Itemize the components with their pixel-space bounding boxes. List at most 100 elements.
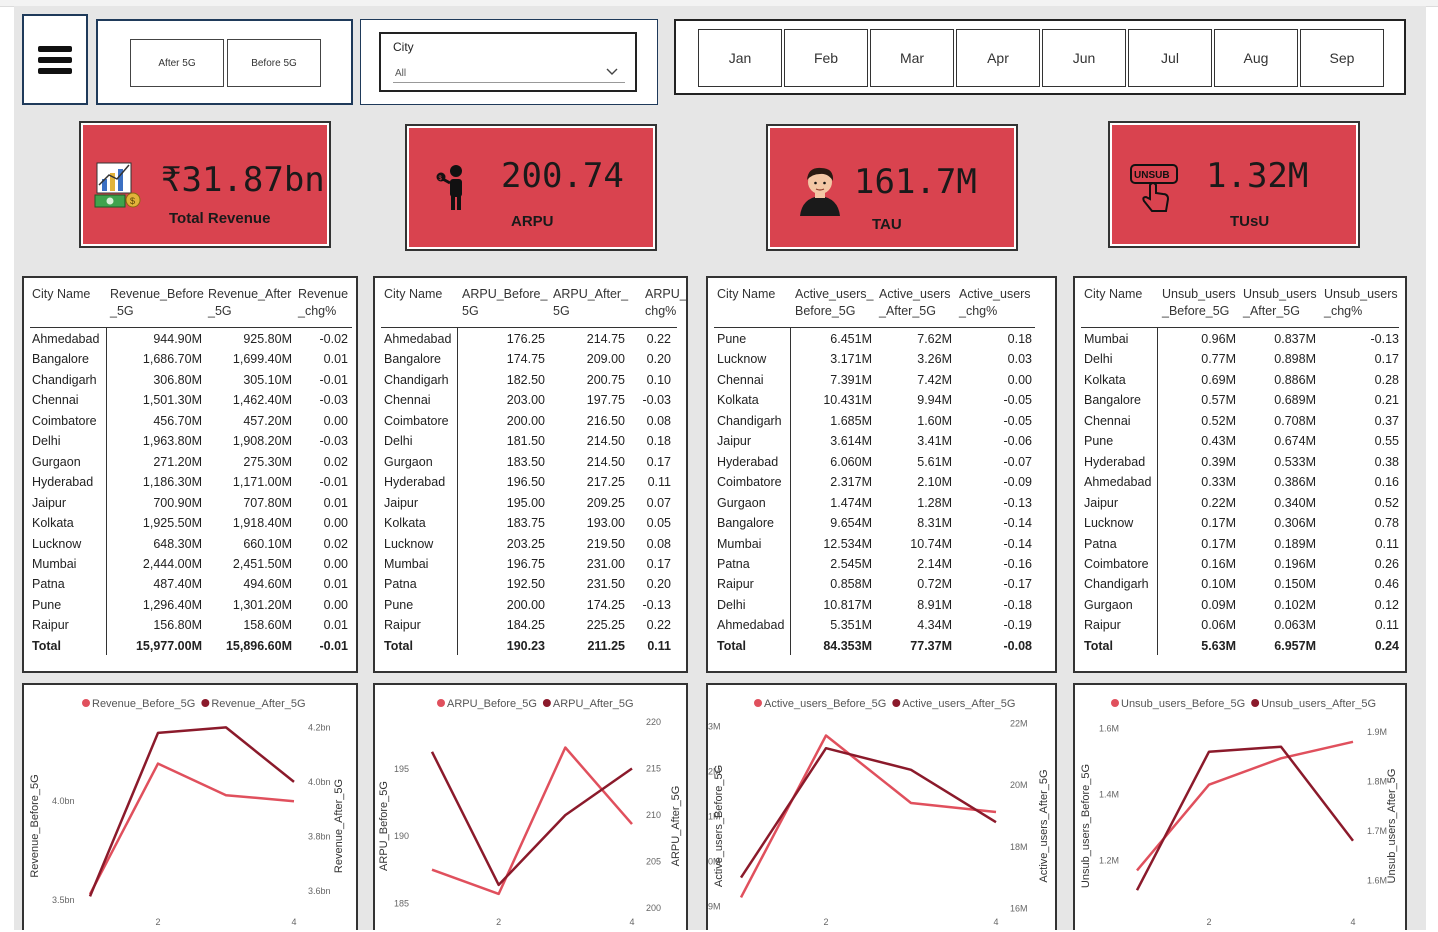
- city-name-cell: Chennai: [1084, 413, 1131, 428]
- column-header[interactable]: City Name: [1084, 286, 1142, 303]
- before-5g-button[interactable]: Before 5G: [227, 39, 321, 87]
- column-header-line: _5G: [110, 304, 134, 318]
- value-cell: 10.431M: [823, 393, 872, 408]
- value-cell: 1,925.50M: [142, 516, 202, 531]
- y-right-tick-label: 4.0bn: [308, 777, 331, 787]
- value-cell: -0.13: [1370, 332, 1400, 346]
- column-header[interactable]: ARPU_ chg%: [645, 286, 687, 320]
- value-cell: 5.61M: [917, 454, 952, 469]
- legend-label: Unsub_users_After_5G: [1261, 698, 1376, 710]
- month-button-aug[interactable]: Aug: [1214, 29, 1298, 87]
- city-name-cell: Bangalore: [717, 516, 774, 531]
- kpi-tusu-label: TUsU: [1230, 213, 1270, 230]
- column-header[interactable]: Revenue_Before _5G: [110, 286, 204, 320]
- column-header-line: Unsub_users: [1243, 287, 1317, 301]
- value-cell: 0.689M: [1274, 393, 1316, 408]
- value-cell: 648.30M: [153, 536, 202, 551]
- series-line-after-5g: [88, 726, 295, 897]
- month-button-apr[interactable]: Apr: [956, 29, 1040, 87]
- month-button-jan[interactable]: Jan: [698, 29, 782, 87]
- city-name-cell: Total: [717, 638, 746, 653]
- value-cell: -0.01: [319, 372, 349, 387]
- value-cell: 0.39M: [1201, 454, 1236, 469]
- active-users-chart-svg: Active_users_Before_5G Active_users_After…: [708, 698, 1050, 927]
- column-header-line: Revenue_After: [208, 287, 292, 301]
- value-cell: 214.50: [586, 454, 625, 469]
- month-button-mar[interactable]: Mar: [870, 29, 954, 87]
- value-cell: 0.102M: [1274, 597, 1316, 612]
- value-cell: 0.55: [1374, 434, 1399, 449]
- column-header[interactable]: City Name: [717, 286, 775, 303]
- column-header[interactable]: Active_users _After_5G: [879, 286, 951, 320]
- column-header-line: Active_users: [959, 287, 1031, 301]
- city-name-cell: Patna: [32, 577, 65, 592]
- value-cell: 0.674M: [1274, 434, 1316, 449]
- value-cell: 15,896.60M: [225, 638, 292, 653]
- x-tick-label: 4: [291, 917, 296, 927]
- value-cell: 2.545M: [830, 556, 872, 571]
- unsub-users-table: City Name Unsub_users _Before_5G Unsub_user…: [1073, 276, 1407, 673]
- column-header[interactable]: Revenue_After _5G: [208, 286, 291, 320]
- x-tick-label: 4: [1350, 917, 1355, 927]
- value-cell: 0.28: [1374, 372, 1399, 387]
- column-header[interactable]: City Name: [32, 286, 90, 303]
- value-cell: 190.23: [506, 638, 545, 653]
- value-cell: 0.20: [646, 577, 671, 592]
- y-right-tick-label: 210: [646, 810, 661, 820]
- city-filter-label: City: [393, 40, 414, 54]
- column-header[interactable]: Active_users_ Before_5G: [795, 286, 874, 320]
- kpi-tau-label: TAU: [872, 216, 902, 233]
- column-header-line: Active_users_: [795, 287, 874, 301]
- value-cell: 1,908.20M: [232, 434, 292, 449]
- column-header[interactable]: ARPU_After_ 5G: [553, 286, 628, 320]
- value-cell: 10.817M: [823, 597, 872, 612]
- y-left-axis-title: Unsub_users_Before_5G: [1080, 764, 1092, 888]
- column-header[interactable]: Revenue _chg%: [298, 286, 348, 320]
- column-header-line: _5G: [208, 304, 232, 318]
- menu-button[interactable]: [22, 14, 88, 105]
- city-name-cell: Total: [384, 638, 413, 653]
- column-divider: [1157, 327, 1158, 655]
- city-name-cell: Chennai: [384, 393, 431, 408]
- month-button-jun[interactable]: Jun: [1042, 29, 1126, 87]
- month-button-sep[interactable]: Sep: [1300, 29, 1384, 87]
- value-cell: 487.40M: [153, 577, 202, 592]
- after-5g-button[interactable]: After 5G: [130, 39, 224, 87]
- city-name-cell: Mumbai: [384, 556, 429, 571]
- value-cell: 0.02: [323, 536, 348, 551]
- city-name-cell: Gurgaon: [717, 495, 766, 510]
- column-header-line: City Name: [717, 287, 776, 301]
- column-header[interactable]: Unsub_users _chg%: [1324, 286, 1398, 320]
- column-header-line: _Before_5G: [1162, 304, 1230, 318]
- y-right-tick-label: 1.6M: [1367, 875, 1387, 885]
- series-line-after-5g: [1135, 745, 1354, 891]
- value-cell: 456.70M: [153, 413, 202, 428]
- value-cell: -0.02: [319, 332, 349, 346]
- y-left-tick-label: 19M: [708, 901, 721, 911]
- value-cell: 209.00: [586, 352, 625, 367]
- value-cell: 0.11: [1375, 536, 1399, 551]
- city-name-cell: Ahmedabad: [32, 332, 100, 346]
- value-cell: -0.03: [319, 393, 349, 408]
- column-header[interactable]: Unsub_users _Before_5G: [1162, 286, 1236, 320]
- value-cell: 0.77M: [1201, 352, 1236, 367]
- value-cell: -0.07: [1003, 454, 1033, 469]
- legend-label: ARPU_After_5G: [553, 698, 634, 710]
- value-cell: -0.14: [1003, 516, 1033, 531]
- y-right-tick-label: 4.2bn: [308, 722, 331, 732]
- month-button-jul[interactable]: Jul: [1128, 29, 1212, 87]
- city-dropdown[interactable]: All: [393, 62, 625, 83]
- column-header[interactable]: ARPU_Before_ 5G: [462, 286, 547, 320]
- column-header-line: ARPU_: [645, 287, 687, 301]
- month-button-feb[interactable]: Feb: [784, 29, 868, 87]
- value-cell: 10.74M: [910, 536, 952, 551]
- city-name-cell: Delhi: [32, 434, 61, 449]
- value-cell: 174.25: [586, 597, 625, 612]
- column-header[interactable]: Active_users _chg%: [959, 286, 1031, 320]
- value-cell: -0.05: [1003, 393, 1033, 408]
- value-cell: 9.654M: [830, 516, 872, 531]
- column-header[interactable]: Unsub_users _After_5G: [1243, 286, 1317, 320]
- column-header[interactable]: City Name: [384, 286, 442, 303]
- series-line-before-5g: [1136, 740, 1354, 872]
- value-cell: 1,686.70M: [142, 352, 202, 367]
